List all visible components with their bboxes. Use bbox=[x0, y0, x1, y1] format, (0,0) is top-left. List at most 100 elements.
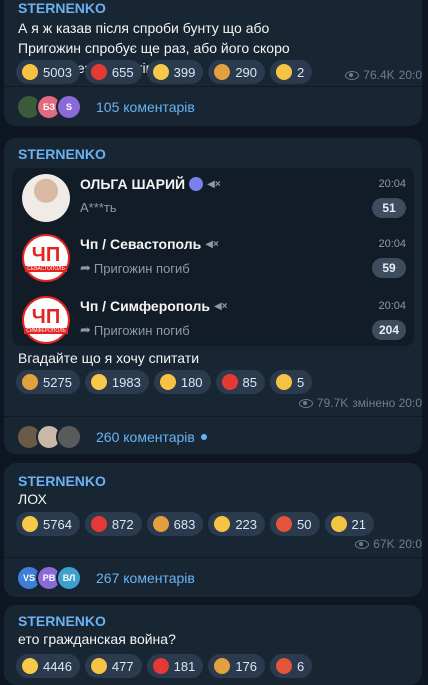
comments-bar[interactable]: 260 коментарів bbox=[4, 416, 422, 454]
reaction-party[interactable]: 290 bbox=[208, 60, 266, 84]
chat-time: 20:04 bbox=[378, 300, 406, 312]
chat-name: ОЛЬГА ШАРИЙ bbox=[80, 176, 186, 192]
chp-logo: ЧП СЕВАСТОПОЛЬ bbox=[22, 234, 70, 282]
chat-item-sevastopol: ЧП СЕВАСТОПОЛЬ Чп / Севастополь ◀× ➦ Пригож… bbox=[12, 228, 414, 288]
reaction-angry[interactable]: 50 bbox=[270, 512, 320, 536]
unread-badge: 204 bbox=[372, 320, 406, 340]
reactions-row: 5764 872 683 223 50 21 bbox=[16, 512, 374, 536]
reaction-party[interactable]: 5275 bbox=[16, 370, 80, 394]
commenter-avatars: БЗ S bbox=[16, 94, 82, 120]
chat-time: 20:04 bbox=[378, 238, 406, 250]
views-count: 67K bbox=[373, 537, 395, 551]
views-count: 79.7K bbox=[316, 396, 349, 410]
views-icon bbox=[345, 70, 360, 80]
comments-bar[interactable]: БЗ S 105 коментарів bbox=[4, 86, 422, 126]
message-post-3: STERNENKO ЛОХ 5764 872 683 223 50 21 67K… bbox=[4, 463, 422, 597]
channel-name[interactable]: STERNENKO bbox=[18, 146, 106, 162]
channel-name[interactable]: STERNENKO bbox=[18, 473, 106, 489]
message-meta: 76.4K 20:0 bbox=[345, 68, 422, 82]
channel-name[interactable]: STERNENKO bbox=[18, 0, 106, 16]
message-post-1: STERNENKO А я ж казав після спроби бунту… bbox=[4, 0, 422, 126]
reaction-party[interactable]: 683 bbox=[146, 512, 204, 536]
party-icon bbox=[214, 658, 231, 674]
muted-icon: ◀× bbox=[205, 238, 219, 250]
thumbs-up-icon bbox=[90, 658, 107, 674]
cry-icon bbox=[276, 374, 293, 390]
unread-badge: 51 bbox=[372, 198, 406, 218]
heart-icon bbox=[221, 374, 238, 390]
avatar bbox=[56, 424, 82, 450]
message-meta: 79.7K змінено 20:0 bbox=[298, 396, 422, 410]
views-icon bbox=[298, 398, 313, 408]
reaction-thumbs-up[interactable]: 5003 bbox=[16, 60, 80, 84]
reaction-thumbs-up[interactable]: 180 bbox=[153, 370, 211, 394]
comments-bar[interactable]: VS PB ВЛ 267 коментарів bbox=[4, 557, 422, 597]
reaction-grin[interactable]: 399 bbox=[146, 60, 204, 84]
avatar bbox=[22, 174, 70, 222]
reaction-cry[interactable]: 21 bbox=[324, 512, 374, 536]
angry-icon bbox=[276, 516, 293, 532]
message-meta: 67K 20:0 bbox=[355, 537, 422, 551]
thumbs-up-icon bbox=[214, 516, 231, 532]
muted-icon: ◀× bbox=[213, 300, 228, 312]
message-post-2: STERNENKO ОЛЬГА ШАРИЙ ◀× А***ть 20:04 51 … bbox=[4, 138, 422, 454]
message-post-4: STERNENKO ето гражданская война? 4446 47… bbox=[4, 605, 422, 685]
channel-name[interactable]: STERNENKO bbox=[18, 613, 106, 629]
heart-icon bbox=[90, 64, 107, 80]
views-count: 76.4K bbox=[363, 68, 395, 82]
message-time: 20:0 bbox=[398, 68, 422, 82]
party-icon bbox=[214, 64, 231, 80]
chat-item-simferopol: ЧП СИМФЕРОПОЛЬ Чп / Симферополь ◀× ➦ Пригож… bbox=[12, 290, 414, 350]
avatar: ВЛ bbox=[56, 565, 82, 591]
reaction-thumbs-up[interactable]: 223 bbox=[208, 512, 266, 536]
commenter-avatars: VS PB ВЛ bbox=[16, 565, 82, 591]
reaction-heart[interactable]: 872 bbox=[84, 512, 142, 536]
message-text: Вгадайте що я хочу спитати bbox=[18, 350, 200, 366]
message-text: ето гражданская война? bbox=[18, 631, 176, 647]
verified-icon bbox=[189, 177, 204, 191]
reaction-thumbs-up[interactable]: 477 bbox=[84, 654, 142, 678]
muted-icon: ◀× bbox=[207, 178, 221, 190]
message-text: ЛОХ bbox=[18, 491, 47, 507]
chat-preview: А***ть bbox=[80, 200, 117, 215]
reaction-grin[interactable]: 4446 bbox=[16, 654, 80, 678]
reactions-row: 5003 655 399 290 2 bbox=[16, 60, 313, 84]
chat-item-olga: ОЛЬГА ШАРИЙ ◀× А***ть 20:04 51 bbox=[12, 168, 414, 228]
grin-icon bbox=[152, 64, 169, 80]
reaction-heart[interactable]: 85 bbox=[215, 370, 266, 394]
reactions-row: 5275 1983 180 85 5 bbox=[16, 370, 313, 394]
message-time: 20:0 bbox=[398, 537, 422, 551]
chat-name: Чп / Симферополь bbox=[80, 298, 210, 314]
unread-dot bbox=[200, 434, 207, 440]
reaction-cry[interactable]: 2 bbox=[270, 60, 313, 84]
party-icon bbox=[22, 374, 38, 390]
reaction-cry[interactable]: 5 bbox=[270, 370, 313, 394]
reaction-heart[interactable]: 655 bbox=[84, 60, 142, 84]
chp-logo: ЧП СИМФЕРОПОЛЬ bbox=[22, 296, 70, 344]
reaction-party[interactable]: 176 bbox=[208, 654, 266, 678]
grin-icon bbox=[22, 516, 38, 532]
angry-icon bbox=[276, 658, 293, 674]
reaction-grin[interactable]: 1983 bbox=[84, 370, 149, 394]
thumbs-up-icon bbox=[22, 64, 38, 80]
chat-preview: Пригожин погиб bbox=[93, 260, 190, 276]
thumbs-up-icon bbox=[159, 374, 176, 390]
views-icon bbox=[355, 539, 370, 549]
reaction-heart[interactable]: 181 bbox=[146, 654, 204, 678]
avatar: S bbox=[56, 94, 82, 120]
party-icon bbox=[152, 516, 169, 532]
chat-time: 20:04 bbox=[378, 178, 406, 190]
edited-label: змінено 20:0 bbox=[352, 396, 422, 410]
grin-icon bbox=[22, 658, 38, 674]
comments-link[interactable]: 105 коментарів bbox=[96, 99, 195, 115]
grin-icon bbox=[90, 374, 107, 390]
comments-link[interactable]: 260 коментарів bbox=[96, 429, 195, 445]
forward-icon: ➦ bbox=[80, 260, 91, 275]
unread-badge: 59 bbox=[372, 258, 406, 278]
comments-link[interactable]: 267 коментарів bbox=[96, 570, 195, 586]
forwarded-screenshot: ОЛЬГА ШАРИЙ ◀× А***ть 20:04 51 ЧП СЕВАСТОП… bbox=[12, 168, 414, 346]
heart-icon bbox=[152, 658, 169, 674]
reaction-grin[interactable]: 5764 bbox=[16, 512, 80, 536]
reaction-angry[interactable]: 6 bbox=[270, 654, 313, 678]
chat-name: Чп / Севастополь bbox=[80, 236, 202, 252]
